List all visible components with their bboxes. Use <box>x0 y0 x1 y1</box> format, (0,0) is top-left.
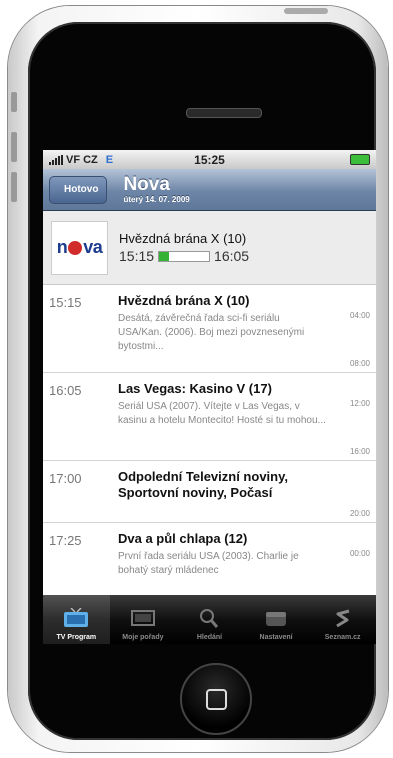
program-title: Hvězdná brána X (10) <box>118 293 250 308</box>
now-playing-start: 15:15 <box>119 248 155 264</box>
settings-icon <box>263 608 289 628</box>
app-screen: VF CZ E 15:25 Hotovo Nova úterý 14. 07. … <box>43 150 376 644</box>
program-description: Desátá, závěrečná řada sci-fi seriálu US… <box>118 313 305 352</box>
progress-bar <box>158 250 211 262</box>
tab-label: Seznam.cz <box>324 634 361 641</box>
tv-icon <box>63 607 89 628</box>
program-time: 17:25 <box>49 533 82 548</box>
program-time: 17:00 <box>49 471 82 486</box>
status-bar: VF CZ E 15:25 <box>43 150 376 169</box>
volume-down-button[interactable] <box>11 172 17 202</box>
tab-label: Nastavení <box>259 634 293 641</box>
program-title: Las Vegas: Kasino V (17) <box>118 381 272 396</box>
time-marker: 20:00 <box>349 509 370 518</box>
program-title: Dva a půl chlapa (12) <box>118 531 248 546</box>
navigation-bar: Hotovo Nova úterý 14. 07. 2009 <box>43 169 376 211</box>
volume-up-button[interactable] <box>11 132 17 162</box>
tab-my-shows[interactable]: Moje pořady <box>110 595 177 644</box>
list-item[interactable]: 16:05 Las Vegas: Kasino V (17) Seriál US… <box>43 373 376 461</box>
sleep-button[interactable] <box>284 8 328 14</box>
tab-label: TV Program <box>56 634 97 641</box>
channel-title: Nova <box>123 173 170 195</box>
mute-switch[interactable] <box>11 92 17 112</box>
seznam-icon <box>330 608 356 628</box>
home-button[interactable] <box>180 663 252 735</box>
nova-logo: n va <box>51 220 108 275</box>
program-time: 16:05 <box>49 383 82 398</box>
date-subtitle: úterý 14. 07. 2009 <box>123 194 190 204</box>
tab-label: Moje pořady <box>122 634 164 641</box>
time-marker: 16:00 <box>349 447 370 456</box>
program-description: Seriál USA (2007). Vítejte v Las Vegas, … <box>118 401 326 426</box>
progress-fill <box>159 251 170 261</box>
back-button[interactable]: Hotovo <box>49 175 108 204</box>
tab-tv-program[interactable]: TV Program <box>43 595 110 644</box>
tab-seznam[interactable]: Seznam.cz <box>309 595 376 644</box>
program-list[interactable]: 15:15 Hvězdná brána X (10) Desátá, závěr… <box>43 285 376 611</box>
screen-icon <box>130 608 156 628</box>
tab-label: Hledání <box>196 634 223 641</box>
time-marker: 00:00 <box>349 549 370 558</box>
tab-search[interactable]: Hledání <box>176 595 243 644</box>
program-time: 15:15 <box>49 295 82 310</box>
now-playing-title: Hvězdná brána X (10) <box>119 231 247 246</box>
program-description: První řada seriálu USA (2003). Charlie j… <box>118 551 299 576</box>
list-item[interactable]: 15:15 Hvězdná brána X (10) Desátá, závěr… <box>43 285 376 373</box>
search-icon <box>196 608 222 628</box>
tab-settings[interactable]: Nastavení <box>243 595 310 644</box>
time-marker: 12:00 <box>349 399 370 408</box>
program-title: Odpolední Televizní noviny, Sportovní no… <box>118 469 288 500</box>
tab-bar: TV Program Moje pořady Hledání Nastavení… <box>43 595 376 644</box>
now-playing-end: 16:05 <box>214 248 250 264</box>
list-item[interactable]: 17:00 Odpolední Televizní noviny, Sporto… <box>43 461 376 523</box>
now-playing-panel[interactable]: n va Hvězdná brána X (10) 15:15 16:05 <box>43 211 376 285</box>
time-marker: 04:00 <box>349 311 370 320</box>
earpiece-speaker <box>186 108 262 118</box>
battery-icon <box>350 154 370 165</box>
clock: 15:25 <box>194 152 225 167</box>
time-marker: 08:00 <box>349 359 370 368</box>
